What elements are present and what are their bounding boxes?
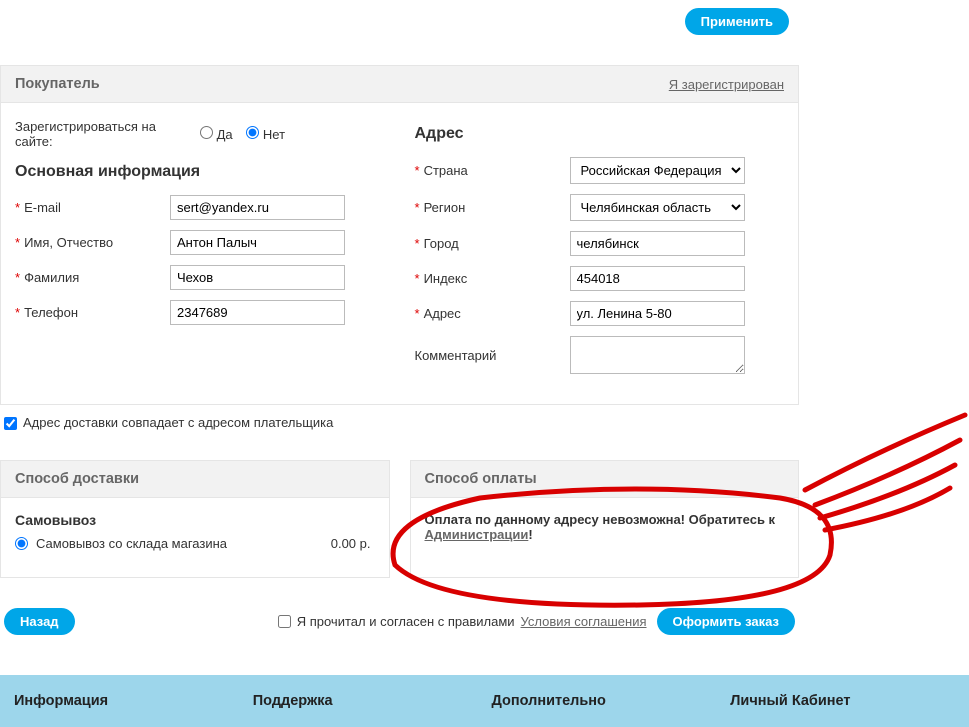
footer-additional[interactable]: Дополнительно xyxy=(492,693,731,709)
register-label: Зарегистрироваться на сайте: xyxy=(15,119,170,149)
registered-link[interactable]: Я зарегистрирован xyxy=(669,77,784,92)
payment-header: Способ оплаты xyxy=(410,460,800,498)
shipping-option-label: Самовывоз со склада магазина xyxy=(36,536,227,551)
apply-button[interactable]: Применить xyxy=(685,8,789,35)
shipping-header: Способ доставки xyxy=(0,460,390,498)
region-label: Регион xyxy=(424,200,466,215)
footer: Информация Поддержка Дополнительно Личны… xyxy=(0,675,969,727)
comment-field[interactable] xyxy=(570,336,745,374)
email-label: E-mail xyxy=(24,200,61,215)
email-field[interactable] xyxy=(170,195,345,220)
phone-label: Телефон xyxy=(24,305,78,320)
country-select[interactable]: Российская Федерация xyxy=(570,157,745,184)
footer-info[interactable]: Информация xyxy=(14,693,253,709)
city-field[interactable] xyxy=(570,231,745,256)
country-label: Страна xyxy=(424,163,468,178)
back-button[interactable]: Назад xyxy=(4,608,75,635)
city-label: Город xyxy=(424,236,459,251)
zip-label: Индекс xyxy=(424,271,468,286)
shipping-title: Самовывоз xyxy=(15,512,375,528)
main-info-title: Основная информация xyxy=(15,163,385,181)
same-address-checkbox[interactable]: Адрес доставки совпадает с адресом плате… xyxy=(4,415,333,430)
terms-link[interactable]: Условия соглашения xyxy=(521,614,647,629)
comment-label: Комментарий xyxy=(415,348,497,363)
addr-field[interactable] xyxy=(570,301,745,326)
terms-checkbox[interactable] xyxy=(278,615,291,628)
phone-field[interactable] xyxy=(170,300,345,325)
shipping-price: 0.00 р. xyxy=(331,536,371,551)
surname-label: Фамилия xyxy=(24,270,79,285)
surname-field[interactable] xyxy=(170,265,345,290)
payment-error-message: Оплата по данному адресу невозможна! Обр… xyxy=(425,512,785,542)
terms-text: Я прочитал и согласен с правилами xyxy=(297,614,515,629)
admin-link[interactable]: Администрации xyxy=(425,527,529,542)
shipping-option-radio[interactable] xyxy=(15,537,28,550)
address-title: Адрес xyxy=(415,125,785,143)
buyer-section-header: Покупатель Я зарегистрирован xyxy=(0,65,799,103)
buyer-title: Покупатель xyxy=(15,76,100,92)
name-label: Имя, Отчество xyxy=(24,235,113,250)
register-no[interactable]: Нет xyxy=(246,127,285,142)
region-select[interactable]: Челябинская область xyxy=(570,194,745,221)
register-yes[interactable]: Да xyxy=(200,127,233,142)
footer-support[interactable]: Поддержка xyxy=(253,693,492,709)
name-field[interactable] xyxy=(170,230,345,255)
zip-field[interactable] xyxy=(570,266,745,291)
checkout-button[interactable]: Оформить заказ xyxy=(657,608,795,635)
footer-account[interactable]: Личный Кабинет xyxy=(730,693,969,709)
addr-label: Адрес xyxy=(424,306,461,321)
